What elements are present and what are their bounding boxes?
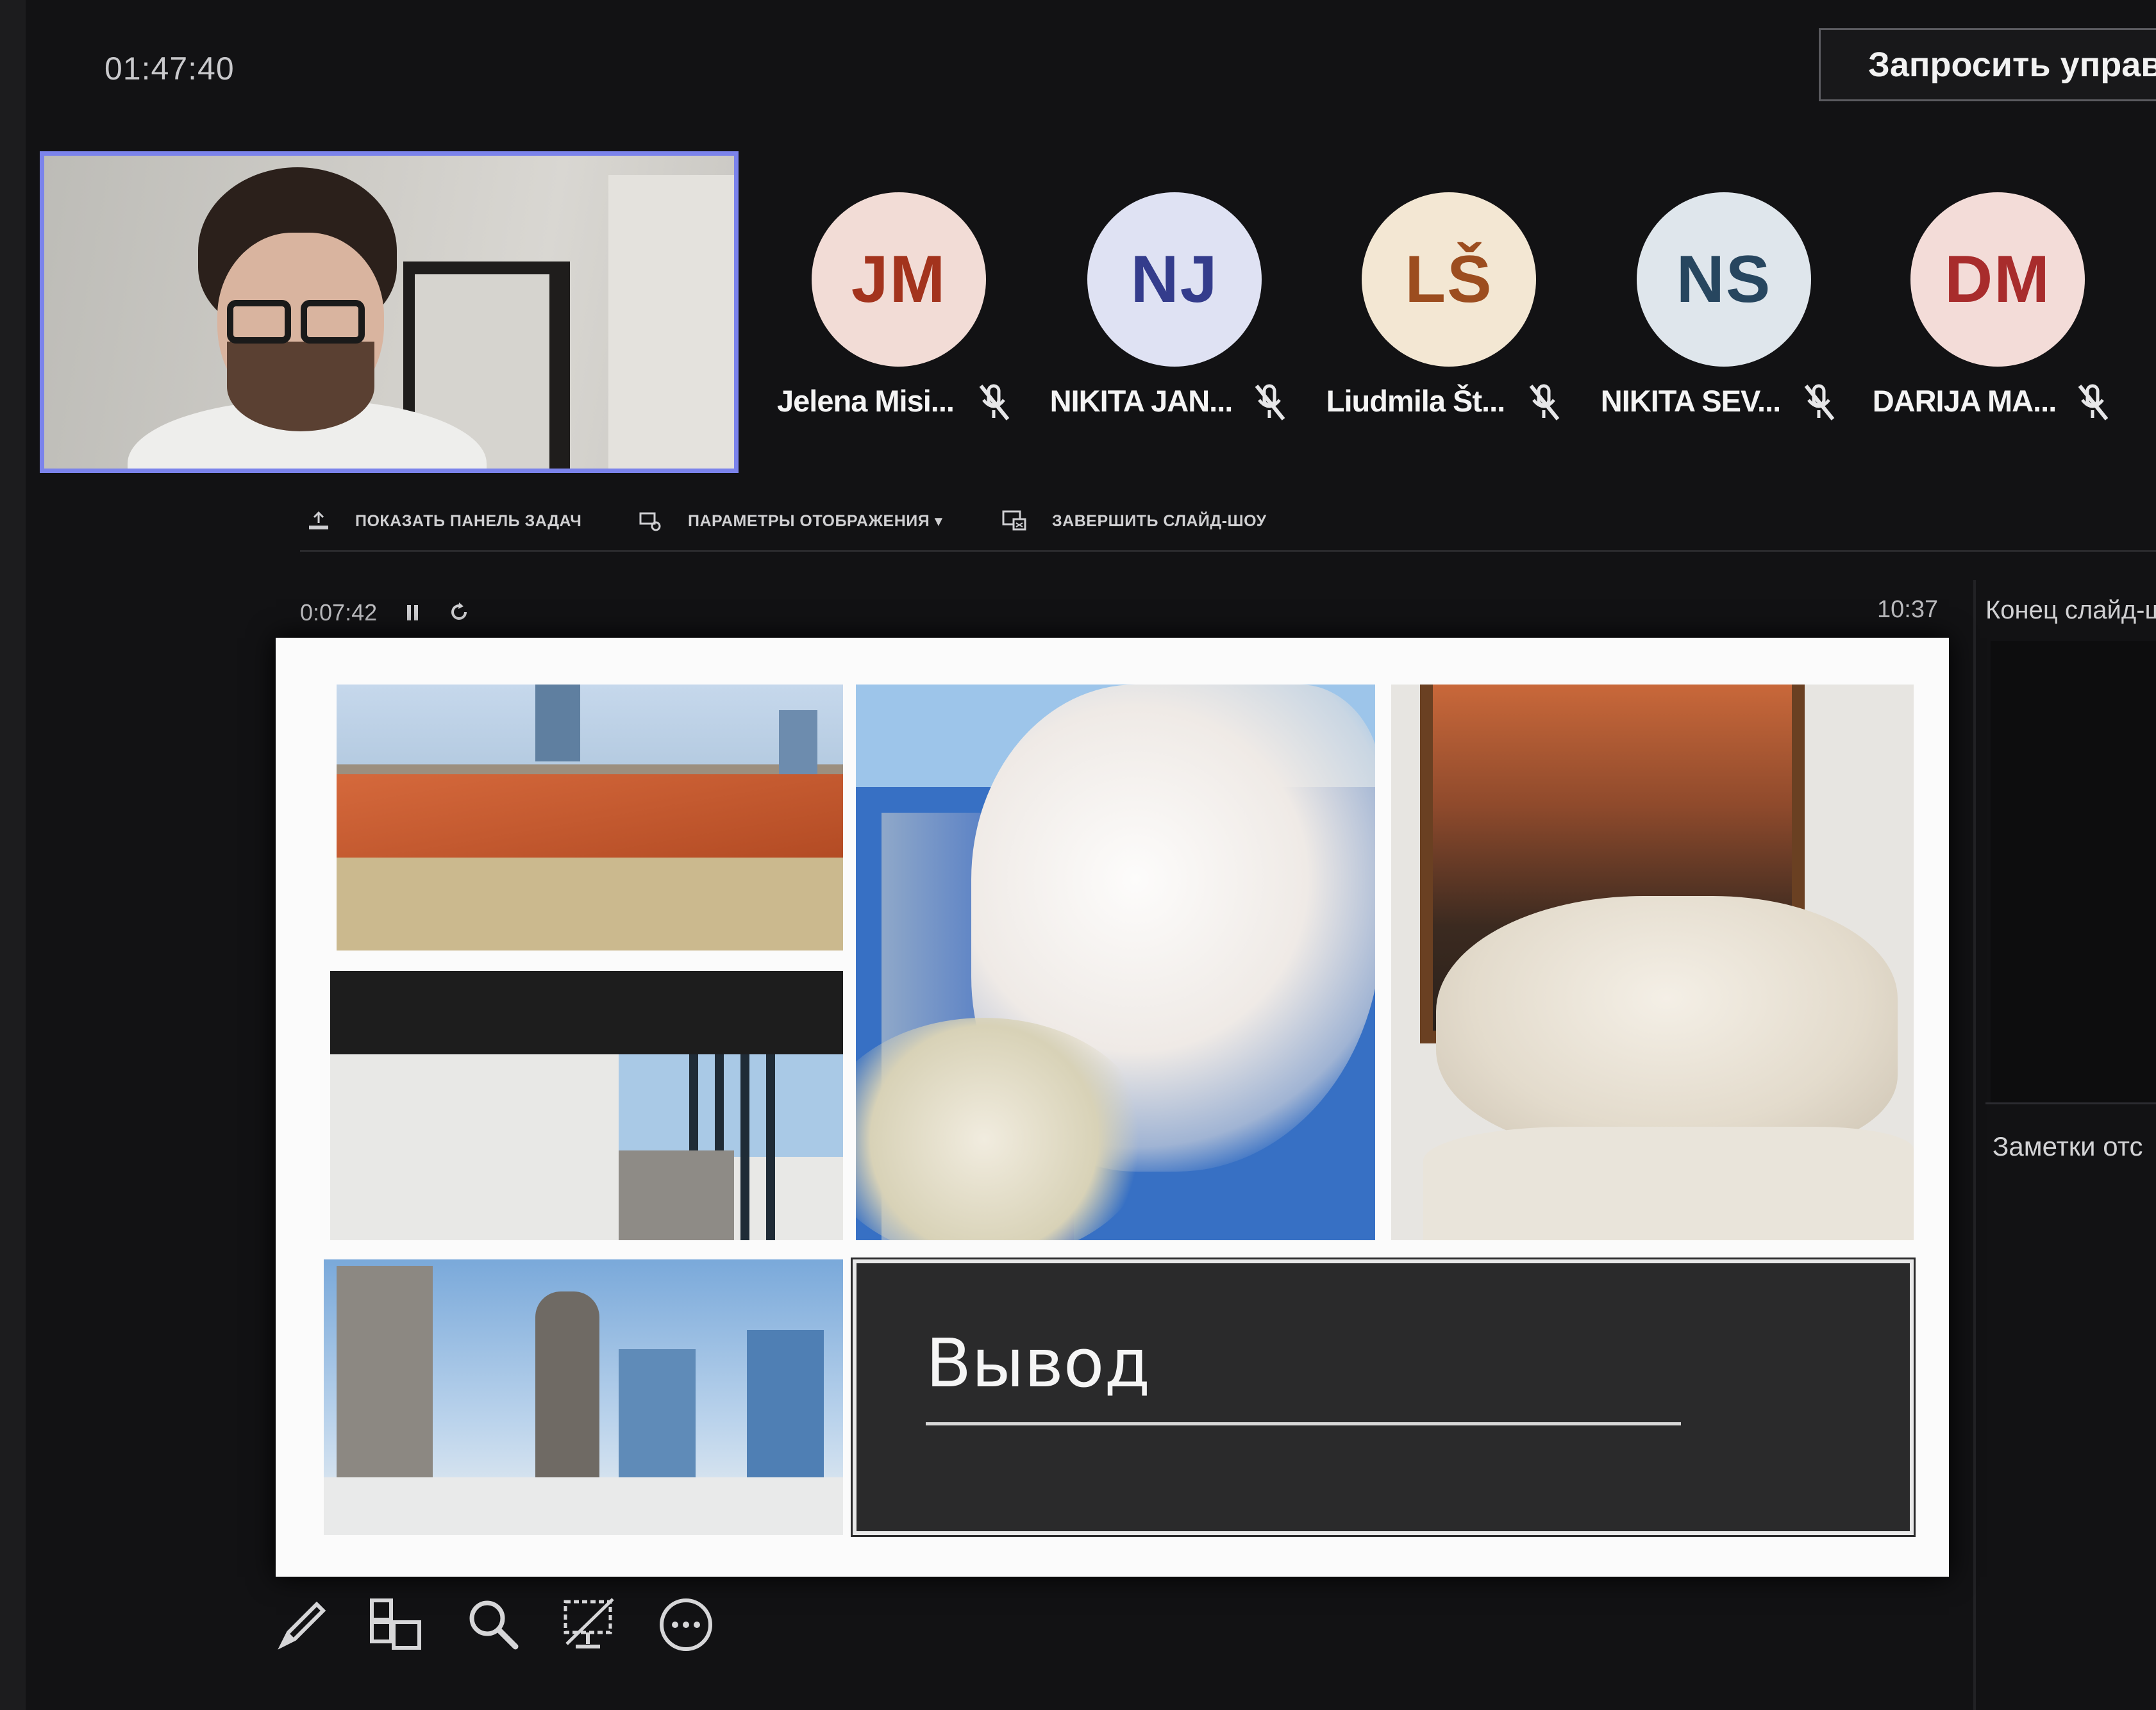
presenter-video-tile[interactable] bbox=[40, 151, 739, 473]
photo-roof bbox=[337, 774, 843, 864]
avatar: NS bbox=[1637, 192, 1811, 367]
microphone-muted-icon bbox=[1529, 384, 1560, 420]
current-slide[interactable]: Вывод bbox=[276, 638, 1949, 1577]
toolbar-divider bbox=[300, 550, 2156, 552]
slide-title-box: Вывод bbox=[851, 1258, 1916, 1537]
zoom-icon[interactable] bbox=[462, 1593, 526, 1657]
photo-rooftops bbox=[337, 685, 843, 950]
next-slide-label: Конец слайд-ш bbox=[1985, 596, 2156, 624]
photo-cherry-blossoms bbox=[856, 685, 1375, 1240]
microphone-muted-icon bbox=[1255, 384, 1285, 420]
photo-building bbox=[619, 1349, 696, 1490]
avatar: JM bbox=[812, 192, 986, 367]
photo-facade bbox=[337, 858, 843, 950]
notes-divider bbox=[1985, 1102, 2156, 1104]
participant-tile[interactable]: NS NIKITA SEV... bbox=[1594, 192, 1851, 429]
end-slideshow-icon bbox=[1002, 510, 1026, 531]
current-time-clock: 10:37 bbox=[1877, 596, 1939, 623]
participant-name: Liudmila Št... bbox=[1326, 384, 1505, 418]
participant-name: NIKITA SEV... bbox=[1600, 384, 1781, 418]
photo-ground bbox=[324, 1477, 843, 1535]
photo-building bbox=[337, 1266, 433, 1484]
participant-tile[interactable]: NJ NIKITA JAN... bbox=[1045, 192, 1301, 429]
photo-glass-architecture bbox=[330, 971, 843, 1240]
title-underline bbox=[926, 1422, 1681, 1425]
panel-divider bbox=[1973, 580, 1976, 1710]
photo-dark-band bbox=[330, 971, 843, 1054]
pen-icon[interactable] bbox=[269, 1593, 333, 1657]
request-control-button[interactable]: Запросить управл bbox=[1819, 28, 2156, 101]
slide-title: Вывод bbox=[926, 1324, 1151, 1402]
end-slideshow-button[interactable]: ЗАВЕРШИТЬ СЛАЙД-ШОУ bbox=[1002, 506, 1267, 536]
participant-name: DARIJA MA... bbox=[1872, 384, 2057, 418]
photo-sky bbox=[619, 1054, 843, 1157]
photo-horse bbox=[1436, 896, 1898, 1152]
photo-building bbox=[535, 1291, 599, 1484]
display-settings-button[interactable]: ПАРАМЕТРЫ ОТОБРАЖЕНИЯ ▾ bbox=[639, 506, 943, 536]
all-slides-icon[interactable] bbox=[365, 1593, 430, 1657]
pause-icon[interactable] bbox=[405, 602, 421, 623]
photo-tower bbox=[779, 710, 817, 781]
show-taskbar-button[interactable]: ПОКАЗАТЬ ПАНЕЛЬ ЗАДАЧ bbox=[308, 506, 581, 536]
participant-name: Jelena Misi... bbox=[777, 384, 955, 418]
presenter-glasses-left bbox=[227, 300, 291, 344]
participant-tile[interactable]: LŠ Liudmila Št... bbox=[1319, 192, 1576, 429]
notes-label: Заметки отс bbox=[1993, 1131, 2143, 1161]
monitor-bezel bbox=[0, 0, 26, 1710]
meeting-timer: 01:47:40 bbox=[104, 51, 235, 87]
avatar: DM bbox=[1910, 192, 2085, 367]
microphone-muted-icon bbox=[979, 384, 1010, 420]
photo-tower bbox=[535, 685, 580, 761]
presenter-beard bbox=[227, 342, 374, 431]
participant-name: NIKITA JAN... bbox=[1049, 384, 1233, 418]
avatar: LŠ bbox=[1362, 192, 1536, 367]
photo-pedestal bbox=[1423, 1127, 1914, 1240]
display-settings-icon bbox=[639, 512, 661, 531]
more-options-icon[interactable] bbox=[654, 1593, 718, 1657]
display-settings-label: ПАРАМЕТРЫ ОТОБРАЖЕНИЯ ▾ bbox=[688, 512, 943, 530]
photo-city-skyline bbox=[324, 1259, 843, 1535]
microphone-muted-icon bbox=[1804, 384, 1835, 420]
end-slideshow-label: ЗАВЕРШИТЬ СЛАЙД-ШОУ bbox=[1052, 511, 1267, 530]
taskbar-icon bbox=[309, 511, 328, 529]
photo-horse-sculpture bbox=[1391, 685, 1914, 1240]
restart-timer-icon[interactable] bbox=[448, 601, 470, 623]
black-screen-icon[interactable] bbox=[558, 1593, 622, 1657]
avatar: NJ bbox=[1087, 192, 1262, 367]
photo-block bbox=[619, 1150, 734, 1240]
next-slide-preview[interactable] bbox=[1991, 641, 2156, 1102]
show-taskbar-label: ПОКАЗАТЬ ПАНЕЛЬ ЗАДАЧ bbox=[355, 511, 582, 530]
participant-tile[interactable]: JM Jelena Misi... bbox=[769, 192, 1026, 429]
microphone-muted-icon bbox=[2078, 384, 2109, 420]
presenter-glasses-right bbox=[301, 300, 365, 344]
video-wall-panel bbox=[608, 175, 734, 469]
participant-tile[interactable]: DM DARIJA MA... bbox=[1868, 192, 2125, 429]
photo-building bbox=[747, 1330, 824, 1490]
slideshow-elapsed-timer: 0:07:42 bbox=[300, 599, 378, 626]
